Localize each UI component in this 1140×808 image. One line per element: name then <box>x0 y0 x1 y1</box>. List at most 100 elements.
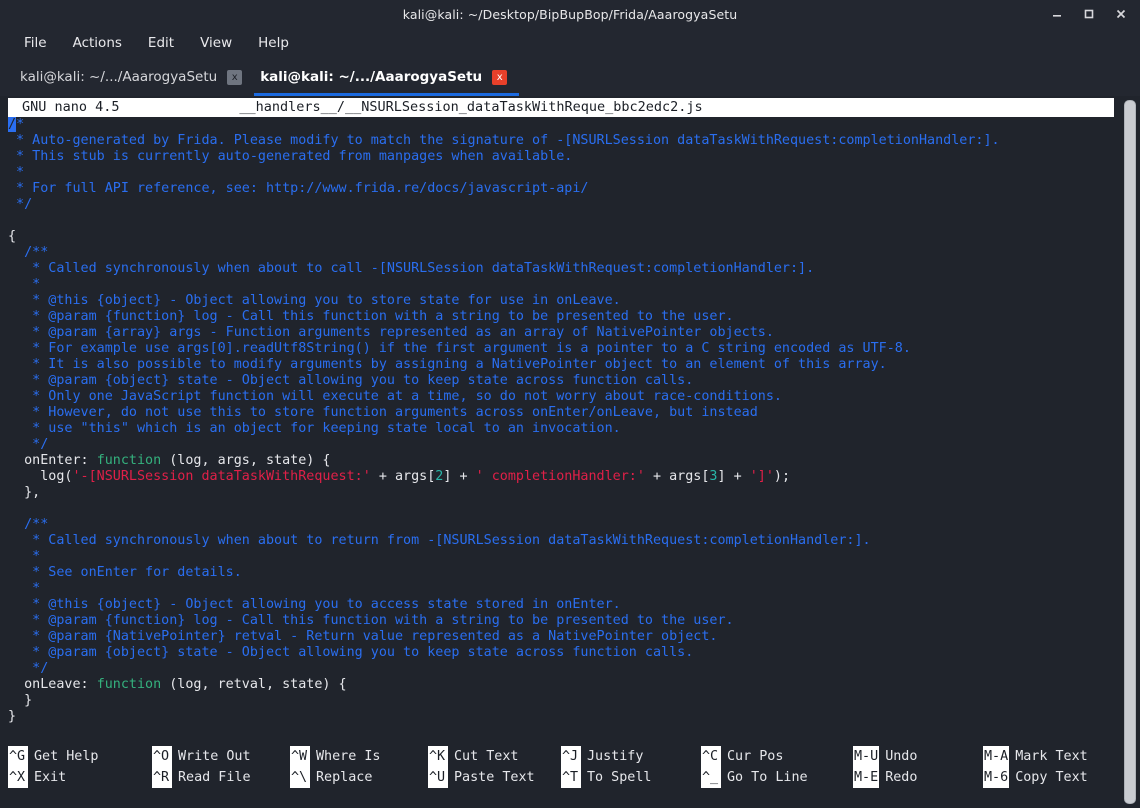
code-token: * <box>16 117 25 132</box>
code-token: function <box>96 677 162 692</box>
shortcut-item[interactable]: ^J Justify <box>561 746 701 767</box>
shortcut-key: ^O <box>152 746 172 767</box>
code-line: * @param {object} state - Object allowin… <box>8 645 1114 661</box>
menu-item-file[interactable]: File <box>14 32 57 54</box>
code-line: * @param {object} state - Object allowin… <box>8 373 1114 389</box>
tab-2[interactable]: kali@kali: ~/.../AaarogyaSetu x <box>254 58 520 96</box>
code-token: (log, args, state) { <box>161 453 331 468</box>
shortcut-item[interactable]: ^K Cut Text <box>428 746 561 767</box>
shortcut-item[interactable]: ^U Paste Text <box>428 767 561 788</box>
shortcut-key: M-E <box>853 767 880 788</box>
shortcut-label: To Spell <box>587 770 652 785</box>
shortcut-key: ^C <box>701 746 721 767</box>
code-token: * @param {function} log - Call this func… <box>8 613 734 628</box>
code-line: onLeave: function (log, retval, state) { <box>8 677 1114 693</box>
terminal-scrollbar-thumb[interactable] <box>1124 100 1136 804</box>
code-line: * Called synchronously when about to ret… <box>8 533 1114 549</box>
code-token: * <box>8 581 41 596</box>
shortcut-key: M-6 <box>983 767 1010 788</box>
code-token: */ <box>8 437 49 452</box>
shortcut-label: Undo <box>885 749 918 764</box>
code-line: /** <box>8 517 1114 533</box>
shortcut-item[interactable]: M-A Mark Text <box>983 746 1088 767</box>
code-token: + args[ <box>370 469 436 484</box>
shortcut-group: ^J Justify ^T To Spell <box>561 746 701 788</box>
code-token: function <box>96 453 162 468</box>
code-token: /** <box>8 245 49 260</box>
shortcut-label: Exit <box>34 770 67 785</box>
code-line: /* <box>8 117 1114 133</box>
maximize-icon[interactable] <box>1078 3 1100 25</box>
code-token: * For example use args[0].readUtf8String… <box>8 341 911 356</box>
window-title: kali@kali: ~/Desktop/BipBupBop/Frida/Aaa… <box>402 6 738 22</box>
shortcut-label: Redo <box>885 770 918 785</box>
code-line: onEnter: function (log, args, state) { <box>8 453 1114 469</box>
shortcut-item[interactable]: ^X Exit <box>8 767 152 788</box>
shortcut-group: M-U Undo M-E Redo <box>853 746 983 788</box>
code-line: * For full API reference, see: http://ww… <box>8 181 1114 197</box>
code-token: (log, retval, state) { <box>161 677 347 692</box>
code-token: * @param {array} args - Function argumen… <box>8 325 774 340</box>
shortcut-group: ^G Get Help ^X Exit <box>8 746 152 788</box>
tab-1[interactable]: kali@kali: ~/.../AaarogyaSetu x <box>14 58 254 96</box>
tab-1-close-icon[interactable]: x <box>227 69 243 85</box>
terminal-content[interactable]: GNU nano 4.5 __handlers__/__NSURLSession… <box>0 96 1140 808</box>
code-token: * For full API reference, see: http://ww… <box>8 181 589 196</box>
code-token: ']' <box>749 469 774 484</box>
nano-filename: __handlers__/__NSURLSession_dataTaskWith… <box>239 99 703 115</box>
menu-item-edit[interactable]: Edit <box>138 32 184 54</box>
code-token: { <box>8 229 17 244</box>
shortcut-key: ^U <box>428 767 448 788</box>
minimize-icon[interactable] <box>1046 3 1068 25</box>
code-line: * It is also possible to modify argument… <box>8 357 1114 373</box>
code-token: + args[ <box>644 469 710 484</box>
code-line: */ <box>8 197 1114 213</box>
code-token: * @param {NativePointer} retval - Return… <box>8 629 718 644</box>
code-token: */ <box>8 661 49 676</box>
shortcut-key: ^K <box>428 746 448 767</box>
shortcut-item[interactable]: ^_ Go To Line <box>701 767 853 788</box>
shortcut-key: ^_ <box>701 767 721 788</box>
code-token: } <box>8 693 33 708</box>
code-token: * Called synchronously when about to cal… <box>8 261 815 276</box>
shortcut-key: ^\ <box>290 767 310 788</box>
shortcut-label: Copy Text <box>1015 770 1088 785</box>
close-icon[interactable] <box>1110 3 1132 25</box>
code-token: onLeave: <box>8 677 97 692</box>
shortcut-item[interactable]: ^W Where Is <box>290 746 428 767</box>
shortcut-item[interactable]: ^G Get Help <box>8 746 152 767</box>
shortcut-item[interactable]: M-6 Copy Text <box>983 767 1088 788</box>
menu-bar: File Actions Edit View Help <box>0 28 1140 58</box>
shortcut-item[interactable]: ^R Read File <box>152 767 290 788</box>
title-bar: kali@kali: ~/Desktop/BipBupBop/Frida/Aaa… <box>0 0 1140 28</box>
shortcut-label: Cur Pos <box>727 749 784 764</box>
code-line: * @param {function} log - Call this func… <box>8 309 1114 325</box>
shortcut-item[interactable]: ^\ Replace <box>290 767 428 788</box>
tab-2-close-icon[interactable]: x <box>492 69 508 85</box>
code-line: * This stub is currently auto-generated … <box>8 149 1114 165</box>
code-line: * Called synchronously when about to cal… <box>8 261 1114 277</box>
shortcut-item[interactable]: M-E Redo <box>853 767 983 788</box>
code-token: * @this {object} - Object allowing you t… <box>8 597 621 612</box>
shortcut-item[interactable]: ^C Cur Pos <box>701 746 853 767</box>
code-token: * It is also possible to modify argument… <box>8 357 887 372</box>
shortcut-group: ^C Cur Pos ^_ Go To Line <box>701 746 853 788</box>
shortcut-item[interactable]: M-U Undo <box>853 746 983 767</box>
shortcut-item[interactable]: ^O Write Out <box>152 746 290 767</box>
menu-item-view[interactable]: View <box>190 32 242 54</box>
code-token: / <box>8 117 17 132</box>
shortcut-label: Mark Text <box>1015 749 1088 764</box>
code-line: * @this {object} - Object allowing you t… <box>8 293 1114 309</box>
nano-editor-buffer[interactable]: /* * Auto-generated by Frida. Please mod… <box>8 117 1114 725</box>
code-token: * @param {function} log - Call this func… <box>8 309 734 324</box>
shortcut-item[interactable]: ^T To Spell <box>561 767 701 788</box>
menu-item-actions[interactable]: Actions <box>63 32 132 54</box>
code-token: * This stub is currently auto-generated … <box>8 149 573 164</box>
code-line: * @param {function} log - Call this func… <box>8 613 1114 629</box>
menu-item-help[interactable]: Help <box>248 32 299 54</box>
code-line: */ <box>8 661 1114 677</box>
shortcut-label: Replace <box>316 770 373 785</box>
code-line: * <box>8 549 1114 565</box>
terminal-scrollbar[interactable] <box>1124 96 1136 808</box>
